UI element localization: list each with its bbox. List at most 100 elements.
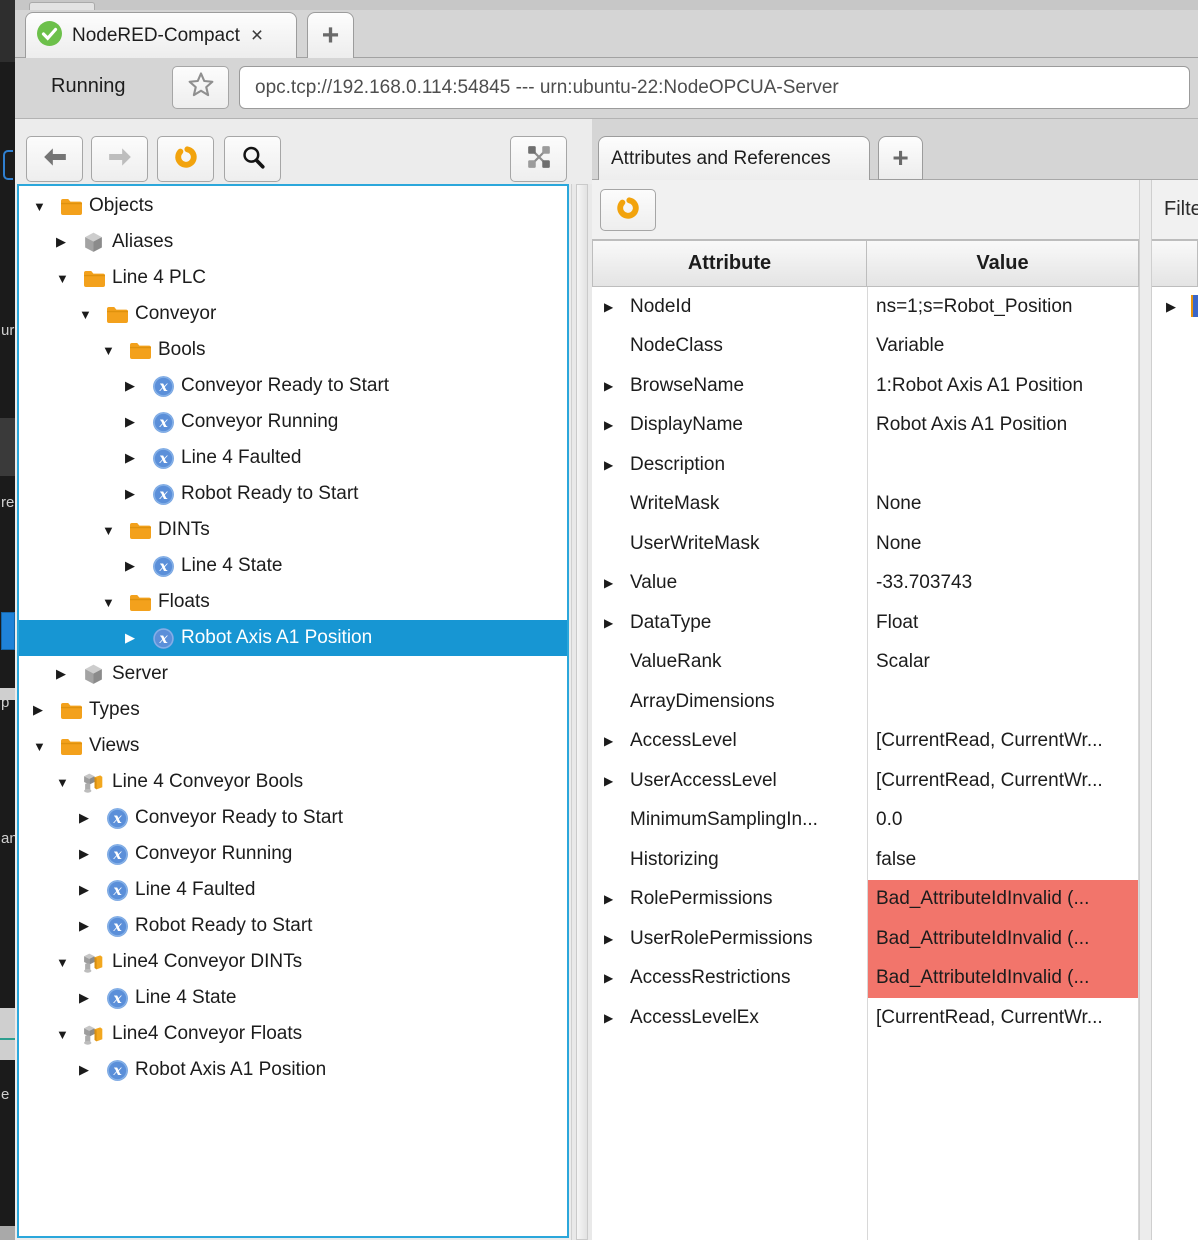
- expander-icon[interactable]: ▶: [125, 450, 151, 466]
- node-graph-button[interactable]: [510, 136, 567, 182]
- panel-splitter[interactable]: [571, 184, 592, 1240]
- expander-icon[interactable]: ▶: [125, 630, 151, 646]
- expander-icon[interactable]: ▶: [79, 846, 105, 862]
- expander-icon[interactable]: ▼: [56, 955, 82, 970]
- attribute-row[interactable]: ▶Description: [592, 445, 1139, 485]
- expander-icon[interactable]: ▶: [604, 932, 630, 946]
- tree-item[interactable]: ▶xRobot Ready to Start: [19, 908, 567, 944]
- tree-item[interactable]: ▼Floats: [19, 584, 567, 620]
- expander-icon[interactable]: ▼: [102, 595, 128, 610]
- tree-item[interactable]: ▶xLine 4 State: [19, 980, 567, 1016]
- tree-item[interactable]: ▶xConveyor Running: [19, 836, 567, 872]
- expander-icon[interactable]: ▶: [604, 616, 630, 630]
- attribute-row[interactable]: ▶AccessLevel[CurrentRead, CurrentWr...: [592, 722, 1139, 762]
- expander-icon[interactable]: ▶: [604, 774, 630, 788]
- tree-item[interactable]: ▶xRobot Axis A1 Position: [19, 620, 567, 656]
- new-view-tab-button[interactable]: +: [878, 136, 923, 180]
- attribute-row[interactable]: Historizingfalse: [592, 840, 1139, 880]
- expander-icon[interactable]: ▶: [125, 558, 151, 574]
- scrollbar[interactable]: [576, 184, 588, 1240]
- attribute-row[interactable]: ▶Value-33.703743: [592, 564, 1139, 604]
- tab-attributes-and-references[interactable]: Attributes and References: [598, 136, 870, 181]
- tree-item[interactable]: ▶xConveyor Ready to Start: [19, 368, 567, 404]
- forward-button[interactable]: [91, 136, 148, 182]
- expander-icon[interactable]: ▶: [33, 702, 59, 718]
- attribute-row[interactable]: ArrayDimensions: [592, 682, 1139, 722]
- expander-icon[interactable]: ▶: [604, 576, 630, 590]
- panel-splitter[interactable]: [1139, 180, 1152, 1240]
- back-button[interactable]: [26, 136, 83, 182]
- expander-icon[interactable]: ▶: [604, 379, 630, 393]
- tree-item[interactable]: ▶Server: [19, 656, 567, 692]
- expander-icon[interactable]: ▼: [33, 199, 59, 214]
- tree-item[interactable]: ▼Views: [19, 728, 567, 764]
- expander-icon[interactable]: ▶: [604, 734, 630, 748]
- tree-item[interactable]: ▼Line4 Conveyor Floats: [19, 1016, 567, 1052]
- expander-icon[interactable]: ▶: [79, 990, 105, 1006]
- expander-icon[interactable]: ▼: [56, 1027, 82, 1042]
- expander-icon[interactable]: ▼: [102, 343, 128, 358]
- expander-icon[interactable]: ▶: [79, 918, 105, 934]
- attribute-row[interactable]: ▶BrowseName1:Robot Axis A1 Position: [592, 366, 1139, 406]
- tree-item[interactable]: ▼Bools: [19, 332, 567, 368]
- expander-icon[interactable]: ▶: [79, 1062, 105, 1078]
- connection-tab[interactable]: NodeRED-Compact ×: [25, 12, 297, 59]
- tree-item[interactable]: ▶xConveyor Running: [19, 404, 567, 440]
- attribute-row[interactable]: ▶DataTypeFloat: [592, 603, 1139, 643]
- refresh-tree-button[interactable]: [157, 136, 214, 182]
- expander-icon[interactable]: ▶: [604, 418, 630, 432]
- expander-icon[interactable]: ▶: [56, 234, 82, 250]
- tree-item[interactable]: ▶xRobot Axis A1 Position: [19, 1052, 567, 1088]
- expander-icon[interactable]: ▼: [79, 307, 105, 322]
- expander-icon[interactable]: ▶: [604, 892, 630, 906]
- tree-item[interactable]: ▶xLine 4 Faulted: [19, 872, 567, 908]
- attribute-row[interactable]: ▶NodeIdns=1;s=Robot_Position: [592, 287, 1139, 327]
- expander-icon[interactable]: ▼: [33, 739, 59, 754]
- tree-item[interactable]: ▶xLine 4 Faulted: [19, 440, 567, 476]
- attribute-row[interactable]: ▶UserRolePermissionsBad_AttributeIdInval…: [592, 919, 1139, 959]
- attribute-row[interactable]: ▶DisplayNameRobot Axis A1 Position: [592, 406, 1139, 446]
- attribute-row[interactable]: UserWriteMaskNone: [592, 524, 1139, 564]
- attribute-row[interactable]: ▶RolePermissionsBad_AttributeIdInvalid (…: [592, 880, 1139, 920]
- close-tab-icon[interactable]: ×: [251, 25, 263, 46]
- expander-icon[interactable]: ▶: [604, 1011, 630, 1025]
- attribute-row[interactable]: NodeClassVariable: [592, 327, 1139, 367]
- tree-item[interactable]: ▼Conveyor: [19, 296, 567, 332]
- expander-icon[interactable]: ▼: [56, 775, 82, 790]
- expander-icon[interactable]: ▶: [125, 414, 151, 430]
- attribute-row[interactable]: WriteMaskNone: [592, 485, 1139, 525]
- tree-item[interactable]: ▶Aliases: [19, 224, 567, 260]
- tree-item[interactable]: ▶Types: [19, 692, 567, 728]
- tree-item[interactable]: ▼Line 4 Conveyor Bools: [19, 764, 567, 800]
- expander-icon[interactable]: ▶: [604, 300, 630, 314]
- expander-icon[interactable]: ▶: [1166, 299, 1176, 315]
- column-header-attribute[interactable]: Attribute: [592, 240, 867, 287]
- attribute-row[interactable]: ▶AccessLevelEx[CurrentRead, CurrentWr...: [592, 998, 1139, 1038]
- attribute-row[interactable]: MinimumSamplingIn...0.0: [592, 801, 1139, 841]
- tree-item[interactable]: ▼Line4 Conveyor DINTs: [19, 944, 567, 980]
- expander-icon[interactable]: ▶: [79, 882, 105, 898]
- expander-icon[interactable]: ▶: [125, 486, 151, 502]
- expander-icon[interactable]: ▶: [125, 378, 151, 394]
- expander-icon[interactable]: ▶: [79, 810, 105, 826]
- new-connection-tab-button[interactable]: +: [307, 12, 354, 59]
- tree-item[interactable]: ▶xConveyor Ready to Start: [19, 800, 567, 836]
- attribute-row[interactable]: ▶UserAccessLevel[CurrentRead, CurrentWr.…: [592, 761, 1139, 801]
- column-header-value[interactable]: Value: [867, 240, 1139, 287]
- expander-icon[interactable]: ▼: [102, 523, 128, 538]
- server-url-input[interactable]: opc.tcp://192.168.0.114:54845 --- urn:ub…: [239, 66, 1190, 109]
- attribute-row[interactable]: ValueRankScalar: [592, 643, 1139, 683]
- tree-item[interactable]: ▼Line 4 PLC: [19, 260, 567, 296]
- favorite-button[interactable]: [172, 66, 229, 109]
- tree-item[interactable]: ▶xLine 4 State: [19, 548, 567, 584]
- tree-item[interactable]: ▼Objects: [19, 188, 567, 224]
- expander-icon[interactable]: ▶: [56, 666, 82, 682]
- attribute-row[interactable]: ▶AccessRestrictionsBad_AttributeIdInvali…: [592, 959, 1139, 999]
- expander-icon[interactable]: ▼: [56, 271, 82, 286]
- expander-icon[interactable]: ▶: [604, 458, 630, 472]
- refresh-attributes-button[interactable]: [600, 189, 656, 231]
- search-button[interactable]: [224, 136, 281, 182]
- expander-icon[interactable]: ▶: [604, 971, 630, 985]
- tree-item[interactable]: ▶xRobot Ready to Start: [19, 476, 567, 512]
- tree-item[interactable]: ▼DINTs: [19, 512, 567, 548]
